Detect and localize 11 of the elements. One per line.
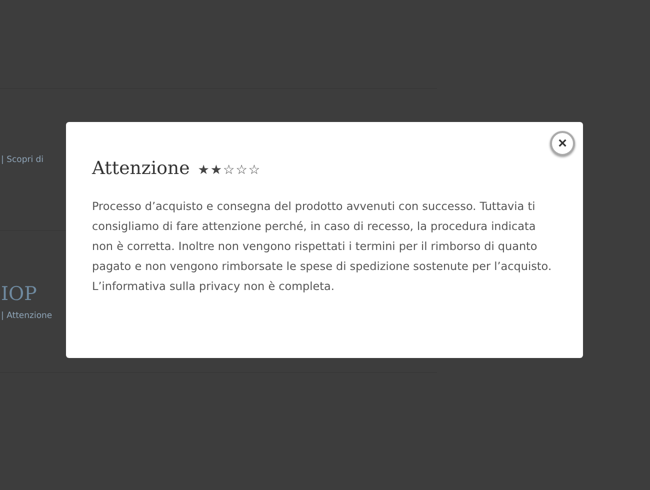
- product-title: IOP: [1, 282, 37, 304]
- product-meta: | Scopri di: [1, 154, 44, 164]
- dialog-title: Attenzione: [92, 158, 190, 179]
- filled-star-icon: ★: [198, 163, 210, 178]
- product-meta: | Attenzione: [1, 310, 52, 320]
- close-button[interactable]: ×: [550, 131, 575, 156]
- dialog-message: Processo d’acquisto e consegna del prodotto avvenuti con successo. Tuttavia ti consigliamo di fare attenzione perché, in caso di recesso, la procedura indicata non è corretta. Inoltre non vengono rispettati i termini per il rimborso di quanto pagato e non vengono rimborsate le spese di spedizione sostenute per l’acquisto. L’informativa sulla privacy non è completa.: [92, 199, 552, 295]
- empty-star-icon: ☆: [236, 163, 248, 178]
- filled-star-icon: ★: [210, 163, 222, 178]
- empty-star-icon: ☆: [223, 163, 235, 178]
- empty-star-icon: ☆: [248, 163, 260, 178]
